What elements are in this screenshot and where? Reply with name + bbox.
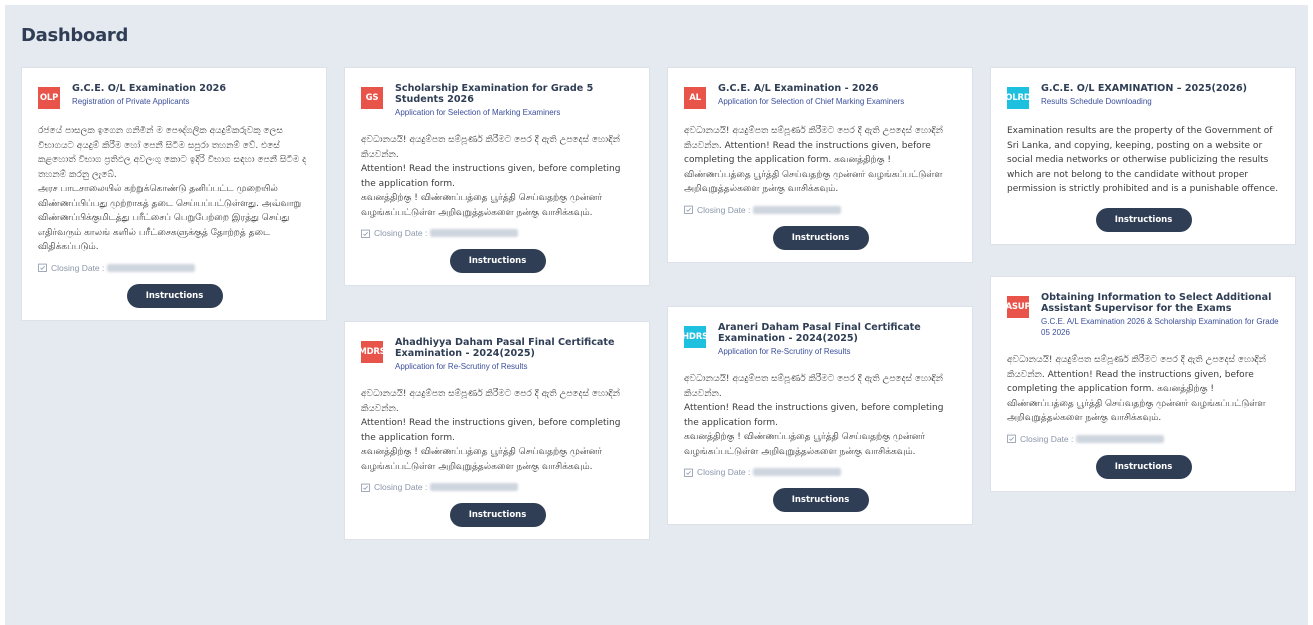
exam-card: HDRS Araneri Daham Pasal Final Certifica… (667, 306, 973, 525)
card-body: අවධානයයි! අයදුම්පත සම්පූර්ණ කිරීමට පෙර ද… (684, 124, 957, 197)
card-body-text: விண்ணப்பத்தை பூர்த்தி செய்வதற்கு முன்னர்… (684, 169, 943, 195)
card-body-text: அரச பாடசாலையில் கற்றுக்கொண்டு தனிப்பட்ட … (38, 184, 302, 252)
exam-card: AL G.C.E. A/L Examination - 2026 Applica… (667, 67, 973, 263)
calendar-check-icon (361, 483, 370, 492)
card-body-text: රජයේ පාසලක ඉගෙන ගනිමින් ම පෞද්ගලික අයදුම… (38, 126, 307, 180)
closing-date-label: Closing Date : (1020, 433, 1074, 444)
calendar-check-icon (1007, 434, 1016, 443)
card-body-text: கவனத்திற்கு ! விண்ணப்பத்தை பூர்த்தி செய்… (684, 432, 926, 457)
page-title: Dashboard (21, 25, 129, 46)
closing-date: Closing Date : (684, 205, 957, 215)
card-body-text: අවධානයයි! අයදුම්පත සම්පූර්ණ කිරීමට පෙර ද… (361, 135, 620, 160)
card-body-text: Attention! Read the instructions given, … (361, 164, 621, 189)
closing-date-label: Closing Date : (51, 262, 105, 273)
card-body: Examination results are the property of … (1007, 124, 1280, 197)
closing-date-value-redacted (430, 229, 519, 237)
card-body-text: අවධානයයි! අයදුම්පත සම්පූර්ණ කිරීමට පෙර ද… (684, 374, 943, 399)
card-subtitle: Application for Re-Scrutiny of Results (395, 362, 528, 371)
closing-date: Closing Date : (1007, 434, 1280, 444)
card-title: Scholarship Examination for Grade 5 Stud… (395, 83, 594, 105)
card-subtitle: Registration of Private Applicants (72, 97, 190, 106)
instructions-button[interactable]: Instructions (126, 283, 223, 308)
card-badge: ASUP (1005, 296, 1031, 318)
instructions-button[interactable]: Instructions (449, 503, 546, 527)
exam-card: OLRD G.C.E. O/L EXAMINATION – 2025(2026)… (990, 67, 1296, 245)
card-header: HDRS Araneri Daham Pasal Final Certifica… (682, 322, 957, 357)
closing-date-label: Closing Date : (374, 228, 428, 238)
card-title: Ahadhiyya Daham Pasal Final Certificate … (395, 337, 615, 359)
closing-date-value-redacted (1076, 434, 1165, 443)
calendar-check-icon (361, 229, 370, 238)
closing-date: Closing Date : (361, 228, 634, 238)
card-body: රජයේ පාසලක ඉගෙන ගනිමින් ම පෞද්ගලික අයදුම… (38, 124, 311, 255)
closing-date: Closing Date : (361, 482, 634, 492)
instructions-button[interactable]: Instructions (1095, 207, 1192, 232)
calendar-check-icon (684, 205, 693, 214)
card-subtitle: Application for Re-Scrutiny of Results (718, 347, 851, 356)
card-badge: OLP (38, 87, 60, 109)
card-body-text: අවධානයයි! අයදුම්පත සම්පූර්ණ කිරීමට පෙර ද… (1007, 355, 1266, 394)
card-badge: GS (361, 87, 383, 109)
card-subtitle: Application for Selection of Chief Marki… (718, 97, 905, 106)
card-subtitle: Results Schedule Downloading (1041, 97, 1152, 106)
card-body: අවධානයයි! අයදුම්පත සම්පූර්ණ කිරීමට පෙර ද… (684, 372, 957, 459)
card-title: G.C.E. O/L EXAMINATION – 2025(2026) (1041, 83, 1248, 94)
card-body: අවධානයයි! අයදුම්පත සම්පූර්ණ කිරීමට පෙර ද… (361, 387, 634, 474)
card-title: Obtaining Information to Select Addition… (1041, 292, 1272, 314)
card-subtitle: G.C.E. A/L Examination 2026 & Scholarshi… (1041, 317, 1279, 337)
instructions-button[interactable]: Instructions (449, 249, 546, 273)
instructions-button[interactable]: Instructions (772, 488, 869, 512)
card-body-text: Attention! Read the instructions given, … (361, 418, 621, 443)
card-body-text: Attention! Read the instructions given, … (684, 403, 944, 428)
card-header: ASUP Obtaining Information to Select Add… (1005, 292, 1280, 338)
card-body-text: கவனத்திற்கு ! விண்ணப்பத்தை பூர்த்தி செய்… (361, 447, 603, 472)
instructions-button[interactable]: Instructions (1095, 454, 1192, 479)
closing-date: Closing Date : (684, 467, 957, 477)
card-header: OLP G.C.E. O/L Examination 2026 Registra… (38, 83, 311, 109)
closing-date-label: Closing Date : (374, 482, 428, 492)
closing-date-label: Closing Date : (697, 204, 751, 215)
card-subtitle: Application for Selection of Marking Exa… (395, 108, 561, 117)
closing-date-value-redacted (430, 483, 519, 491)
card-header: MDRS Ahadhiyya Daham Pasal Final Certifi… (358, 337, 634, 372)
card-title: G.C.E. O/L Examination 2026 (72, 83, 226, 94)
card-body-text: අවධානයයි! අයදුම්පත සම්පූර්ණ කිරීමට පෙර ද… (361, 389, 620, 414)
card-badge: HDRS (682, 326, 708, 348)
card-body-text: අවධානයයි! අයදුම්පත සම්පූර්ණ කිරීමට පෙර ද… (684, 126, 943, 165)
card-badge: AL (684, 87, 706, 109)
calendar-check-icon (38, 263, 47, 272)
card-body-text: கவனத்திற்கு ! விண்ணப்பத்தை பூர்த்தி செய்… (361, 193, 603, 218)
card-header: AL G.C.E. A/L Examination - 2026 Applica… (684, 83, 957, 109)
calendar-check-icon (684, 468, 693, 477)
card-body-text: Examination results are the property of … (1007, 126, 1279, 194)
closing-date-value-redacted (753, 205, 842, 214)
exam-card: GS Scholarship Examination for Grade 5 S… (344, 67, 650, 286)
card-body: අවධානයයි! අයදුම්පත සම්පූර්ණ කිරීමට පෙර ද… (1007, 353, 1280, 426)
card-badge: MDRS (358, 341, 386, 363)
exam-card: OLP G.C.E. O/L Examination 2026 Registra… (21, 67, 327, 321)
card-title: Araneri Daham Pasal Final Certificate Ex… (718, 322, 921, 344)
closing-date-label: Closing Date : (697, 467, 751, 477)
card-title: G.C.E. A/L Examination - 2026 (718, 83, 879, 94)
card-header: OLRD G.C.E. O/L EXAMINATION – 2025(2026)… (1005, 83, 1280, 109)
exam-card: MDRS Ahadhiyya Daham Pasal Final Certifi… (344, 321, 650, 540)
exam-card: ASUP Obtaining Information to Select Add… (990, 276, 1296, 492)
card-body: අවධානයයි! අයදුම්පත සම්පූර්ණ කිරීමට පෙර ද… (361, 133, 634, 220)
closing-date-value-redacted (753, 468, 842, 476)
instructions-button[interactable]: Instructions (772, 225, 869, 250)
card-badge: OLRD (1005, 87, 1031, 109)
closing-date: Closing Date : (38, 263, 311, 273)
card-body-text: விண்ணப்பத்தை பூர்த்தி செய்வதற்கு முன்னர்… (1007, 398, 1266, 424)
closing-date-value-redacted (107, 263, 196, 272)
card-header: GS Scholarship Examination for Grade 5 S… (361, 83, 634, 118)
dashboard-frame: Dashboard OLP G.C.E. O/L Examination 202… (5, 5, 1308, 625)
